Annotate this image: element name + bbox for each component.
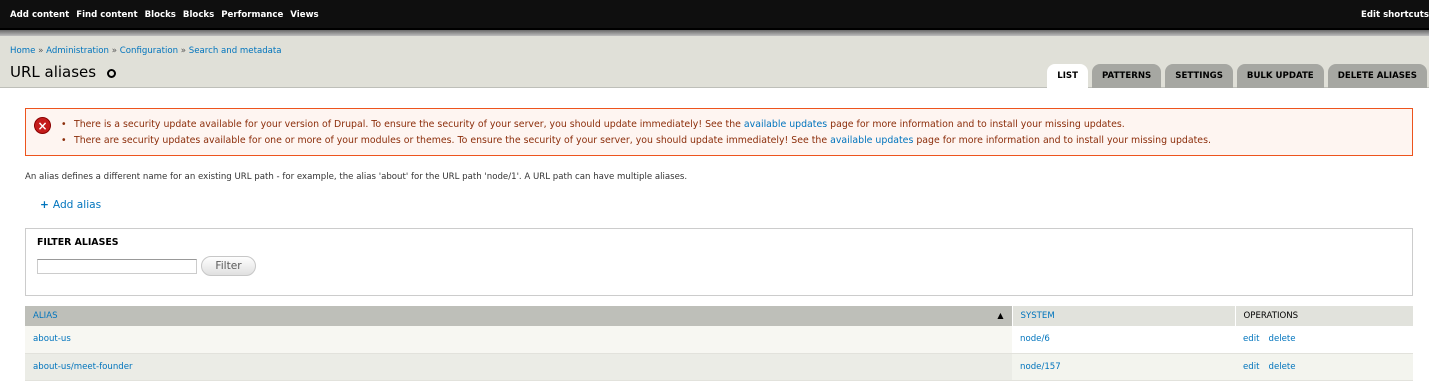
sort-ascending-icon[interactable]: ▲: [997, 311, 1003, 320]
column-header-operations: OPERATIONS: [1235, 306, 1413, 326]
available-updates-link[interactable]: available updates: [830, 135, 913, 146]
admin-toolbar: Add content Find content Blocks Blocks P…: [0, 0, 1429, 30]
system-cell: node/6: [1012, 326, 1235, 354]
plus-icon: +: [40, 199, 49, 211]
error-item: There are security updates available for…: [61, 133, 1211, 149]
tab-patterns[interactable]: PATTERNS: [1091, 64, 1162, 88]
help-text: An alias defines a different name for an…: [25, 172, 688, 182]
breadcrumb-home[interactable]: Home: [10, 46, 35, 56]
alias-cell: about-us: [25, 326, 1012, 354]
page-header: Home » Administration » Configuration » …: [0, 36, 1429, 88]
filter-input[interactable]: [37, 259, 197, 274]
error-messages: × There is a security update available f…: [25, 108, 1413, 156]
breadcrumb-configuration[interactable]: Configuration: [120, 46, 178, 56]
system-cell: node/157: [1012, 353, 1235, 381]
add-shortcut-icon[interactable]: [107, 68, 117, 78]
add-alias-link[interactable]: + Add alias: [40, 199, 101, 211]
breadcrumb-separator: »: [180, 46, 187, 56]
error-text: page for more information and to install…: [913, 134, 1211, 146]
table-row: about-us/meet-founder node/157 edit delet…: [25, 353, 1413, 381]
primary-tabs: LIST PATTERNS SETTINGS BULK UPDATE DELET…: [1043, 64, 1427, 88]
breadcrumb-administration[interactable]: Administration: [46, 46, 109, 56]
column-header-system[interactable]: SYSTEM: [1012, 306, 1236, 326]
operations-cell: edit delete: [1235, 353, 1413, 381]
edit-link[interactable]: edit: [1243, 334, 1260, 344]
table-header-row: ALIAS ▲ SYSTEM OPERATIONS: [25, 306, 1413, 326]
tab-bulk-update[interactable]: BULK UPDATE: [1236, 64, 1324, 88]
available-updates-link[interactable]: available updates: [744, 119, 827, 130]
error-text: page for more information and to install…: [827, 119, 1125, 130]
toolbar-menu: Add content Find content Blocks Blocks P…: [0, 0, 326, 30]
filter-button[interactable]: Filter: [201, 256, 256, 276]
tab-settings[interactable]: SETTINGS: [1165, 64, 1233, 88]
column-header-alias[interactable]: ALIAS ▲: [25, 306, 1013, 326]
error-item: There is a security update available for…: [61, 117, 1211, 133]
alias-link[interactable]: about-us/meet-founder: [33, 362, 133, 372]
toolbar-item-blocks[interactable]: Blocks: [145, 10, 176, 20]
filter-legend: FILTER ALIASES: [37, 237, 119, 248]
alias-link[interactable]: about-us: [33, 334, 71, 344]
breadcrumb-separator: »: [38, 46, 44, 56]
breadcrumb-search-metadata[interactable]: Search and metadata: [189, 46, 282, 56]
toolbar-item-blocks-2[interactable]: Blocks: [183, 10, 214, 20]
toolbar-item-find-content[interactable]: Find content: [76, 10, 137, 20]
delete-link[interactable]: delete: [1269, 334, 1296, 344]
error-text: There is a security update available for…: [74, 119, 744, 130]
alias-sort-link[interactable]: ALIAS: [33, 311, 58, 321]
table-row: about-us node/6 edit delete: [25, 326, 1413, 354]
system-link[interactable]: node/157: [1020, 362, 1061, 372]
alias-cell: about-us/meet-founder: [25, 353, 1012, 381]
page-title-text: URL aliases: [10, 63, 97, 81]
toolbar-item-performance[interactable]: Performance: [221, 10, 283, 20]
tab-delete-aliases[interactable]: DELETE ALIASES: [1327, 64, 1427, 88]
edit-shortcuts-link[interactable]: Edit shortcuts: [1361, 0, 1429, 30]
toolbar-item-views[interactable]: Views: [290, 10, 318, 20]
system-sort-link[interactable]: SYSTEM: [1021, 311, 1055, 321]
system-link[interactable]: node/6: [1020, 334, 1050, 344]
toolbar-item-add-content[interactable]: Add content: [10, 10, 69, 20]
breadcrumb: Home » Administration » Configuration » …: [10, 46, 282, 56]
edit-link[interactable]: edit: [1243, 362, 1260, 372]
tab-list[interactable]: LIST: [1047, 64, 1088, 88]
add-alias-label: Add alias: [52, 199, 102, 211]
operations-cell: edit delete: [1235, 326, 1413, 354]
aliases-table: ALIAS ▲ SYSTEM OPERATIONS about-us node/…: [25, 306, 1413, 381]
error-list: There is a security update available for…: [61, 117, 1211, 149]
filter-fieldset: FILTER ALIASES Filter: [25, 228, 1413, 296]
x-icon: ×: [34, 117, 51, 134]
error-text: There are security updates available for…: [74, 134, 831, 146]
page-title: URL aliases: [10, 63, 117, 81]
delete-link[interactable]: delete: [1269, 362, 1296, 372]
breadcrumb-separator: »: [111, 46, 118, 56]
